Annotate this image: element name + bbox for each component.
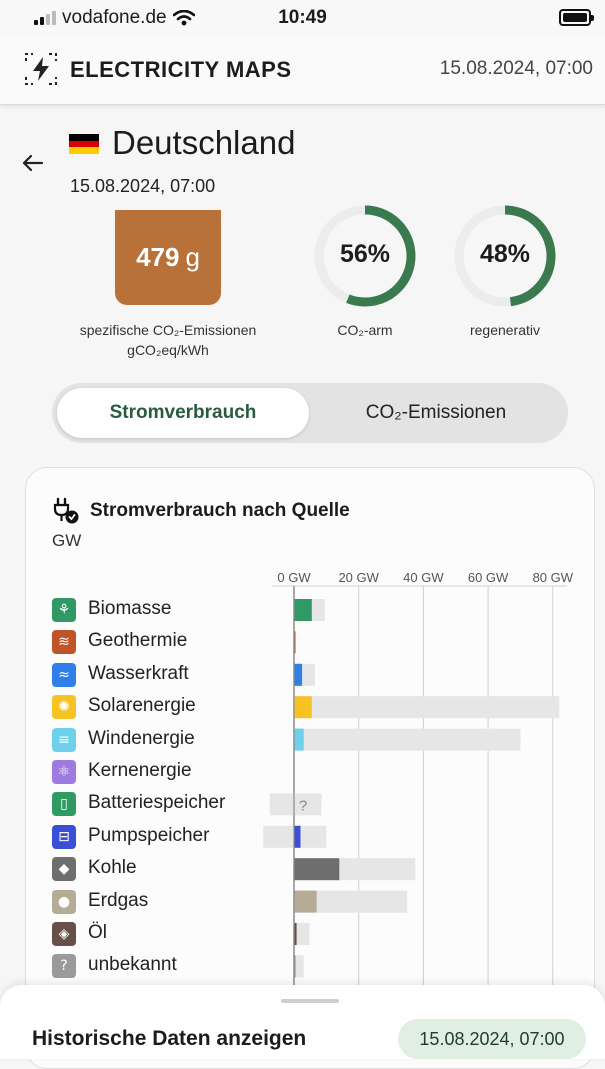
carbon-intensity-label-line1: spezifische CO₂-Emissionen <box>79 322 257 338</box>
production-bar[interactable] <box>294 728 304 751</box>
renewable-value: 48% <box>479 240 531 268</box>
carbon-intensity-unit: g <box>185 242 200 272</box>
wind-icon: ≡ <box>52 727 76 752</box>
lowcarbon-label: CO₂-arm <box>337 322 393 338</box>
capacity-bar[interactable] <box>294 696 560 719</box>
app-title[interactable]: ELECTRICITY MAPS <box>70 57 292 83</box>
plug-icon <box>53 497 79 524</box>
card-title: Stromverbrauch nach Quelle <box>90 500 350 521</box>
source-label[interactable]: Batteriespeicher <box>88 792 225 814</box>
source-label[interactable]: unbekannt <box>88 954 177 976</box>
question-icon: ? <box>52 954 76 979</box>
history-sheet[interactable]: Historische Daten anzeigen 15.08.2024, 0… <box>0 985 605 1059</box>
capacity-bar[interactable] <box>294 728 521 751</box>
source-label[interactable]: Wasserkraft <box>88 663 189 685</box>
display-toggle: Stromverbrauch CO₂-Emissionen <box>52 383 568 443</box>
source-label[interactable]: Kernenergie <box>88 760 192 782</box>
germany-flag-icon <box>69 134 99 154</box>
history-date-pill[interactable]: 15.08.2024, 07:00 <box>398 1019 586 1059</box>
toggle-consumption[interactable]: Stromverbrauch <box>57 388 309 438</box>
production-bar[interactable] <box>294 663 303 686</box>
production-bar[interactable] <box>294 696 312 719</box>
toggle-emissions[interactable]: CO₂-Emissionen <box>310 388 562 438</box>
zone-name: Deutschland <box>112 124 296 161</box>
source-label[interactable]: Windenergie <box>88 728 195 750</box>
x-tick-label: 0 GW <box>277 570 311 585</box>
atom-icon: ⚛ <box>52 760 76 784</box>
source-label[interactable]: Öl <box>88 922 107 944</box>
x-tick-label: 60 GW <box>468 570 509 585</box>
clock: 10:49 <box>278 7 327 28</box>
x-tick-label: 40 GW <box>403 570 444 585</box>
back-arrow-icon[interactable] <box>16 146 50 180</box>
sprout-icon: ⚘ <box>52 598 76 622</box>
history-title[interactable]: Historische Daten anzeigen <box>32 1027 306 1051</box>
sun-icon: ✺ <box>52 695 76 720</box>
source-label[interactable]: Solarenergie <box>88 695 196 717</box>
gas-flame-icon: ● <box>52 889 76 914</box>
battery-icon <box>559 9 594 26</box>
pump-storage-icon: ⊟ <box>52 824 76 849</box>
lowcarbon-value: 56% <box>339 240 391 268</box>
renewable-label: regenerativ <box>469 322 541 338</box>
card-unit: GW <box>52 531 82 550</box>
water-waves-icon: ≈ <box>52 662 76 687</box>
carbon-intensity-box[interactable]: 479 g <box>115 210 221 305</box>
production-bar[interactable] <box>294 890 317 913</box>
x-tick-label: 20 GW <box>338 570 379 585</box>
heat-waves-icon: ≋ <box>52 630 76 655</box>
production-bar[interactable] <box>294 825 301 848</box>
coal-icon: ◆ <box>52 857 76 882</box>
x-tick-label: 80 GW <box>533 570 574 585</box>
production-bar[interactable] <box>294 858 340 881</box>
unknown-value-marker: ? <box>299 797 307 814</box>
source-label[interactable]: Geothermie <box>88 630 187 652</box>
sheet-handle[interactable] <box>281 999 339 1003</box>
zone-datetime: 15.08.2024, 07:00 <box>70 176 216 196</box>
carbon-intensity-label-line2: gCO₂eq/kWh <box>127 342 209 358</box>
capacity-bar[interactable] <box>269 793 322 816</box>
status-bar: vodafone.de 10:49 <box>0 0 605 36</box>
production-bar[interactable] <box>294 599 312 621</box>
header-datetime[interactable]: 15.08.2024, 07:00 <box>440 58 593 80</box>
lightning-logo-icon[interactable] <box>24 52 58 86</box>
source-label[interactable]: Pumpspeicher <box>88 825 209 847</box>
carbon-intensity-label: spezifische CO₂-Emissionen gCO₂eq/kWh <box>55 320 281 360</box>
source-label[interactable]: Erdgas <box>88 890 148 912</box>
source-label[interactable]: Biomasse <box>88 598 171 620</box>
battery-icon: ▯ <box>52 792 76 817</box>
source-label[interactable]: Kohle <box>88 857 137 879</box>
carbon-intensity-value: 479 <box>136 242 180 272</box>
oil-drop-icon: ◈ <box>52 922 76 946</box>
app-header: ELECTRICITY MAPS 15.08.2024, 07:00 <box>0 36 605 105</box>
